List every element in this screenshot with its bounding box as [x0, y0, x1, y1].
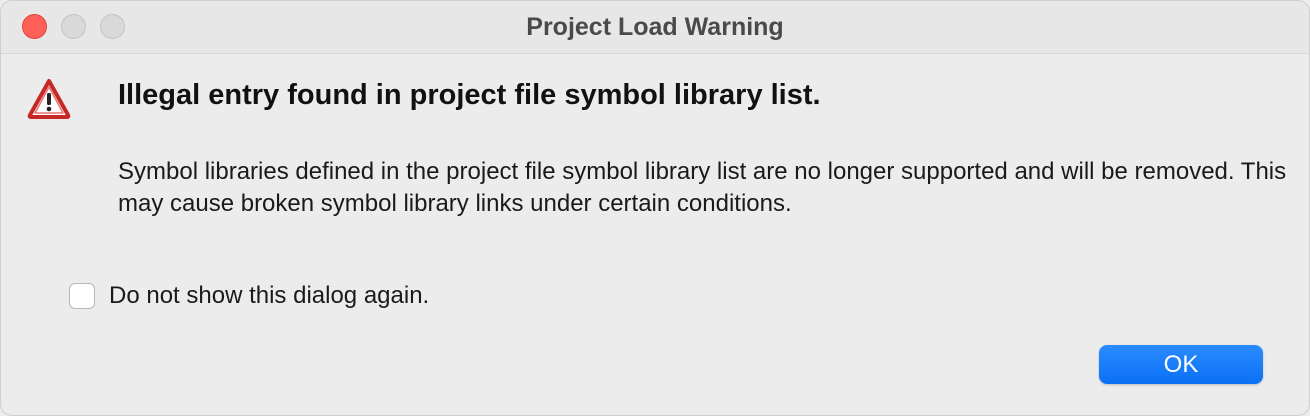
dont-show-again-checkbox[interactable] [69, 283, 95, 309]
warning-triangle-icon [27, 79, 71, 119]
ok-button[interactable]: OK [1099, 345, 1263, 384]
dialog-heading: Illegal entry found in project file symb… [118, 79, 821, 111]
dont-show-again-row[interactable]: Do not show this dialog again. [69, 282, 429, 310]
dialog-message: Symbol libraries defined in the project … [118, 158, 1287, 217]
dialog-window: Project Load Warning Illegal entry found… [0, 0, 1310, 416]
window-title: Project Load Warning [526, 13, 784, 41]
title-bar[interactable]: Project Load Warning [1, 1, 1309, 54]
dont-show-again-label[interactable]: Do not show this dialog again. [109, 282, 429, 310]
